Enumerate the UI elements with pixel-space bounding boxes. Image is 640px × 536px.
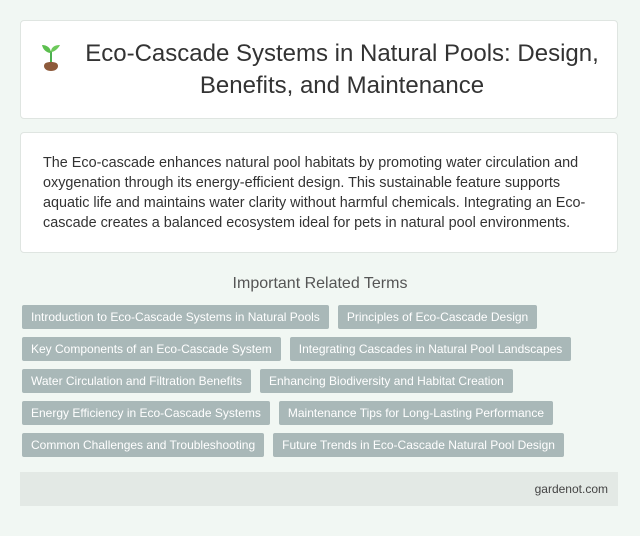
related-term-tag[interactable]: Maintenance Tips for Long-Lasting Perfor…	[278, 401, 554, 425]
related-term-tag[interactable]: Water Circulation and Filtration Benefit…	[22, 369, 251, 393]
related-term-tag[interactable]: Energy Efficiency in Eco-Cascade Systems	[22, 401, 270, 425]
title-card: Eco-Cascade Systems in Natural Pools: De…	[20, 20, 618, 119]
footer-bar: gardenot.com	[20, 472, 618, 506]
sprout-icon	[42, 44, 60, 71]
related-term-tag[interactable]: Key Components of an Eco-Cascade System	[22, 337, 281, 361]
page-title: Eco-Cascade Systems in Natural Pools: De…	[85, 39, 599, 99]
related-term-tag[interactable]: Common Challenges and Troubleshooting	[22, 433, 265, 457]
related-terms-heading: Important Related Terms	[232, 275, 408, 292]
description-card: The Eco-cascade enhances natural pool ha…	[20, 132, 618, 253]
related-term-tag[interactable]: Introduction to Eco-Cascade Systems in N…	[22, 305, 329, 329]
description-text: The Eco-cascade enhances natural pool ha…	[43, 155, 586, 231]
related-term-tag[interactable]: Integrating Cascades in Natural Pool Lan…	[289, 337, 572, 361]
related-term-tag[interactable]: Future Trends in Eco-Cascade Natural Poo…	[273, 433, 564, 457]
related-term-tag[interactable]: Enhancing Biodiversity and Habitat Creat…	[259, 369, 513, 393]
title-wrap: Eco-Cascade Systems in Natural Pools: De…	[39, 38, 599, 102]
related-terms-list: Introduction to Eco-Cascade Systems in N…	[22, 305, 620, 457]
related-term-tag[interactable]: Principles of Eco-Cascade Design	[337, 305, 538, 329]
site-name[interactable]: gardenot.com	[535, 482, 608, 496]
